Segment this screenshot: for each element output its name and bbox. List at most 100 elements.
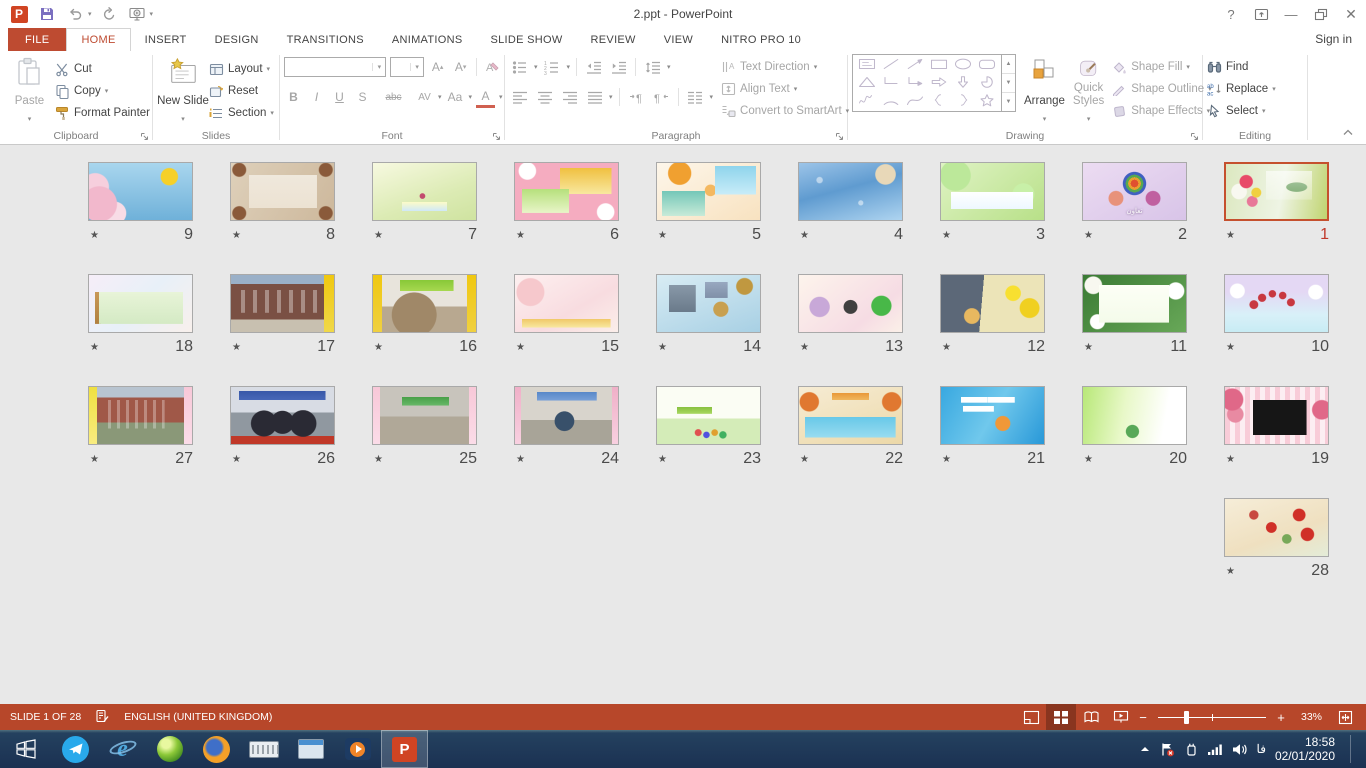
slide-thumbnail-10[interactable] — [1224, 274, 1329, 333]
help-button[interactable]: ? — [1216, 0, 1246, 28]
slide-thumbnail-7[interactable] — [372, 162, 477, 221]
shape-text-box-icon[interactable] — [858, 57, 876, 74]
tab-design[interactable]: DESIGN — [201, 28, 273, 51]
power-icon[interactable] — [1184, 742, 1198, 757]
save-button[interactable] — [36, 3, 58, 25]
font-name-combo[interactable]: ▾ — [284, 57, 386, 77]
slide-thumbnail-21[interactable] — [940, 386, 1045, 445]
font-style-button-aa[interactable]: Aa — [446, 87, 465, 108]
decrease-indent-button[interactable] — [583, 57, 604, 78]
shape-curve-icon[interactable] — [906, 93, 924, 110]
paste-button[interactable]: Paste ▾ — [4, 54, 55, 126]
new-slide-button[interactable]: New Slide ▾ — [157, 54, 209, 126]
tab-animations[interactable]: ANIMATIONS — [378, 28, 477, 51]
slide-thumbnail-20[interactable] — [1082, 386, 1187, 445]
align-center-button[interactable] — [534, 87, 555, 108]
language-indicator[interactable]: ENGLISH (UNITED KINGDOM) — [124, 711, 272, 723]
shape-triangle-icon[interactable] — [858, 75, 876, 92]
tab-file[interactable]: FILE — [8, 28, 66, 51]
layout-button[interactable]: Layout▾ — [209, 58, 274, 80]
font-dialog-launcher[interactable] — [490, 130, 502, 142]
slide-thumbnail-27[interactable] — [88, 386, 193, 445]
justify-button[interactable] — [584, 87, 605, 108]
minimize-button[interactable]: — — [1276, 0, 1306, 28]
shape-oval-icon[interactable] — [954, 57, 972, 74]
tab-nitro-pro-10[interactable]: NITRO PRO 10 — [707, 28, 815, 51]
repeat-button[interactable] — [98, 3, 120, 25]
shape-arrow-icon[interactable] — [906, 57, 924, 74]
restore-button[interactable] — [1306, 0, 1336, 28]
normal-view-button[interactable] — [1016, 704, 1046, 730]
shape-elbow-connector-icon[interactable] — [882, 75, 900, 92]
shape-arrow-down-icon[interactable] — [954, 75, 972, 92]
format-painter-button[interactable]: Format Painter — [55, 102, 150, 124]
shape-elbow-arrow-connector-icon[interactable] — [906, 75, 924, 92]
keyboard-language-indicator[interactable]: فا — [1257, 742, 1266, 756]
convert-to-smartart-button[interactable]: Convert to SmartArt▾ — [721, 100, 849, 122]
bullets-button[interactable] — [509, 57, 530, 78]
section-button[interactable]: Section▾ — [209, 102, 274, 124]
font-style-button-i[interactable]: I — [307, 87, 326, 108]
shape-star-icon[interactable] — [978, 93, 996, 110]
font-style-button-s[interactable]: S — [353, 87, 372, 108]
tab-slide-show[interactable]: SLIDE SHOW — [476, 28, 576, 51]
slide-thumbnail-25[interactable] — [372, 386, 477, 445]
drawing-dialog-launcher[interactable] — [1188, 130, 1200, 142]
slide-thumbnail-14[interactable] — [656, 274, 761, 333]
clock[interactable]: 18:58 02/01/2020 — [1275, 735, 1335, 763]
font-style-button-u[interactable]: U — [330, 87, 349, 108]
arrange-button[interactable]: Arrange ▾ — [1024, 54, 1065, 126]
shape-arrow-right-icon[interactable] — [930, 75, 948, 92]
slide-thumbnail-22[interactable] — [798, 386, 903, 445]
font-style-button-a[interactable]: A — [476, 87, 495, 108]
zoom-in-button[interactable]: + — [1274, 710, 1288, 725]
shape-effects-button[interactable]: Shape Effects▾ — [1112, 100, 1211, 122]
align-text-button[interactable]: Align Text▾ — [721, 78, 849, 100]
close-button[interactable]: ✕ — [1336, 0, 1366, 28]
ribbon-display-options-button[interactable] — [1246, 0, 1276, 28]
decrease-font-size-button[interactable]: A▾ — [451, 57, 470, 78]
slide-show-button[interactable] — [1106, 704, 1136, 730]
shape-brace-left-icon[interactable] — [930, 93, 948, 110]
zoom-slider[interactable] — [1158, 717, 1266, 718]
tab-transitions[interactable]: TRANSITIONS — [273, 28, 378, 51]
start-from-beginning-button[interactable] — [126, 3, 148, 25]
quick-styles-button[interactable]: Quick Styles ▾ — [1073, 54, 1104, 126]
reading-view-button[interactable] — [1076, 704, 1106, 730]
line-spacing-button[interactable] — [642, 57, 663, 78]
slide-thumbnail-8[interactable] — [230, 162, 335, 221]
align-left-button[interactable] — [509, 87, 530, 108]
taskbar-app-media-player[interactable] — [334, 730, 381, 768]
slide-thumbnail-19[interactable] — [1224, 386, 1329, 445]
paragraph-dialog-launcher[interactable] — [833, 130, 845, 142]
align-right-button[interactable] — [559, 87, 580, 108]
font-style-button-abc[interactable]: abc — [384, 87, 403, 108]
zoom-out-button[interactable]: − — [1136, 710, 1150, 725]
hidden-icons-chevron-icon[interactable] — [1139, 744, 1151, 754]
increase-font-size-button[interactable]: A▴ — [428, 57, 447, 78]
slide-thumbnail-4[interactable] — [798, 162, 903, 221]
clipboard-dialog-launcher[interactable] — [138, 130, 150, 142]
increase-indent-button[interactable] — [608, 57, 629, 78]
font-style-button-b[interactable]: B — [284, 87, 303, 108]
paste-dropdown-arrow[interactable]: ▾ — [28, 113, 32, 126]
slide-thumbnail-3[interactable] — [940, 162, 1045, 221]
taskbar-app-telegram[interactable] — [52, 730, 99, 768]
slide-thumbnail-13[interactable] — [798, 274, 903, 333]
slide-thumbnail-2[interactable]: تعاون — [1082, 162, 1187, 221]
start-button[interactable] — [0, 730, 52, 768]
shape-scribble-icon[interactable] — [858, 93, 876, 110]
collapse-ribbon-button[interactable] — [1342, 126, 1354, 140]
volume-icon[interactable] — [1232, 743, 1248, 756]
slide-thumbnail-9[interactable] — [88, 162, 193, 221]
slide-counter[interactable]: SLIDE 1 OF 28 — [10, 711, 81, 723]
fit-slide-to-window-button[interactable] — [1330, 704, 1360, 730]
replace-button[interactable]: abac Replace▾ — [1207, 78, 1276, 100]
shape-brace-right-icon[interactable] — [954, 93, 972, 110]
show-desktop-button[interactable] — [1350, 735, 1356, 763]
shape-outline-button[interactable]: Shape Outline▾ — [1112, 78, 1211, 100]
taskbar-app-internet-explorer[interactable]: e — [99, 730, 146, 768]
taskbar-app-on-screen-keyboard[interactable] — [240, 730, 287, 768]
shapes-scrollbar[interactable]: ▲▼▼ — [1001, 55, 1015, 111]
reset-button[interactable]: Reset — [209, 80, 274, 102]
